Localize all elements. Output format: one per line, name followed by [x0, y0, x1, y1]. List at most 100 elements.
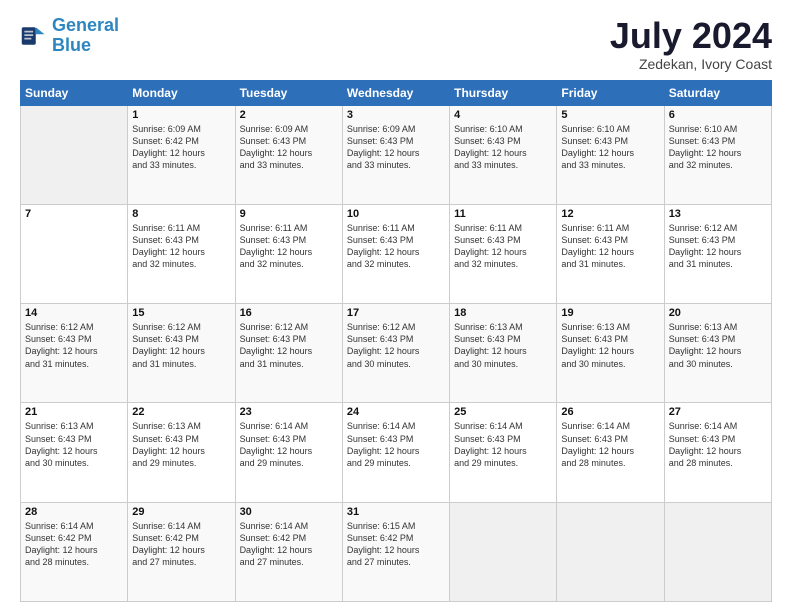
day-cell: 16Sunrise: 6:12 AMSunset: 6:43 PMDayligh…: [235, 304, 342, 403]
day-cell: 2 Sunrise: 6:09 AMSunset: 6:43 PMDaylight…: [235, 105, 342, 204]
day-cell: 12 Sunrise: 6:11 AMSunset: 6:43 PMDayligh…: [557, 204, 664, 303]
day-number: 5: [561, 109, 659, 121]
week-row-4: 21 Sunrise: 6:13 AMSunset: 6:43 PMDayligh…: [21, 403, 772, 502]
day-number: 30: [240, 506, 338, 518]
day-number: 11: [454, 208, 552, 220]
day-info: Sunrise: 6:15 AMSunset: 6:42 PMDaylight:…: [347, 520, 445, 569]
day-cell: 17 Sunrise: 6:12 AMSunset: 6:43 PMDayligh…: [342, 304, 449, 403]
day-cell: 19 Sunrise: 6:13 AMSunset: 6:43 PMDayligh…: [557, 304, 664, 403]
day-number: 21: [25, 406, 123, 418]
day-cell: 11 Sunrise: 6:11 AMSunset: 6:43 PMDayligh…: [450, 204, 557, 303]
day-cell: [450, 502, 557, 601]
day-cell: 28 Sunrise: 6:14 AMSunset: 6:42 PMDayligh…: [21, 502, 128, 601]
day-number: 18: [454, 307, 552, 319]
week-row-3: 14 Sunrise: 6:12 AMSunset: 6:43 PMDayligh…: [21, 304, 772, 403]
day-number: 12: [561, 208, 659, 220]
day-cell: 7: [21, 204, 128, 303]
logo: General Blue: [20, 16, 119, 56]
day-cell: [664, 502, 771, 601]
day-info: Sunrise: 6:12 AMSunset: 6:43 PMDaylight:…: [347, 321, 445, 370]
day-number: 3: [347, 109, 445, 121]
day-number: 28: [25, 506, 123, 518]
day-number: 22: [132, 406, 230, 418]
day-number: 25: [454, 406, 552, 418]
day-cell: 27 Sunrise: 6:14 AMSunset: 6:43 PMDayligh…: [664, 403, 771, 502]
day-number: 20: [669, 307, 767, 319]
day-cell: 20 Sunrise: 6:13 AMSunset: 6:43 PMDayligh…: [664, 304, 771, 403]
day-info: Sunrise: 6:12 AMSunset: 6:43 PMDaylight:…: [132, 321, 230, 370]
day-number: 6: [669, 109, 767, 121]
day-info: Sunrise: 6:13 AMSunset: 6:43 PMDaylight:…: [561, 321, 659, 370]
day-info: Sunrise: 6:13 AMSunset: 6:43 PMDaylight:…: [25, 420, 123, 469]
day-cell: 31 Sunrise: 6:15 AMSunset: 6:42 PMDayligh…: [342, 502, 449, 601]
title-block: July 2024 Zedekan, Ivory Coast: [610, 16, 772, 72]
day-cell: 10Sunrise: 6:11 AMSunset: 6:43 PMDayligh…: [342, 204, 449, 303]
day-info: Sunrise: 6:09 AMSunset: 6:43 PMDaylight:…: [240, 123, 338, 172]
day-number: 26: [561, 406, 659, 418]
day-info: Sunrise: 6:11 AMSunset: 6:43 PMDaylight:…: [347, 222, 445, 271]
day-number: 31: [347, 506, 445, 518]
location: Zedekan, Ivory Coast: [610, 56, 772, 72]
day-info: Sunrise: 6:12 AMSunset: 6:43 PMDaylight:…: [240, 321, 338, 370]
logo-text: General Blue: [52, 16, 119, 56]
day-info: Sunrise: 6:11 AMSunset: 6:43 PMDaylight:…: [561, 222, 659, 271]
day-info: Sunrise: 6:10 AMSunset: 6:43 PMDaylight:…: [561, 123, 659, 172]
day-number: 2: [240, 109, 338, 121]
day-info: Sunrise: 6:10 AMSunset: 6:43 PMDaylight:…: [454, 123, 552, 172]
day-info: Sunrise: 6:14 AMSunset: 6:43 PMDaylight:…: [240, 420, 338, 469]
week-row-1: 1Sunrise: 6:09 AMSunset: 6:42 PMDaylight…: [21, 105, 772, 204]
day-number: 14: [25, 307, 123, 319]
day-number: 7: [25, 208, 123, 220]
day-cell: 26 Sunrise: 6:14 AMSunset: 6:43 PMDayligh…: [557, 403, 664, 502]
day-cell: 6 Sunrise: 6:10 AMSunset: 6:43 PMDaylight…: [664, 105, 771, 204]
day-info: Sunrise: 6:13 AMSunset: 6:43 PMDaylight:…: [132, 420, 230, 469]
day-cell: 25Sunrise: 6:14 AMSunset: 6:43 PMDayligh…: [450, 403, 557, 502]
day-cell: 8Sunrise: 6:11 AMSunset: 6:43 PMDaylight…: [128, 204, 235, 303]
day-info: Sunrise: 6:13 AMSunset: 6:43 PMDaylight:…: [454, 321, 552, 370]
weekday-monday: Monday: [128, 80, 235, 105]
day-info: Sunrise: 6:14 AMSunset: 6:43 PMDaylight:…: [561, 420, 659, 469]
day-number: 17: [347, 307, 445, 319]
day-info: Sunrise: 6:12 AMSunset: 6:43 PMDaylight:…: [669, 222, 767, 271]
day-info: Sunrise: 6:13 AMSunset: 6:43 PMDaylight:…: [669, 321, 767, 370]
day-number: 15: [132, 307, 230, 319]
day-info: Sunrise: 6:11 AMSunset: 6:43 PMDaylight:…: [132, 222, 230, 271]
day-cell: 13 Sunrise: 6:12 AMSunset: 6:43 PMDayligh…: [664, 204, 771, 303]
day-cell: 21 Sunrise: 6:13 AMSunset: 6:43 PMDayligh…: [21, 403, 128, 502]
day-number: 19: [561, 307, 659, 319]
day-info: Sunrise: 6:09 AMSunset: 6:43 PMDaylight:…: [347, 123, 445, 172]
day-number: 4: [454, 109, 552, 121]
day-info: Sunrise: 6:11 AMSunset: 6:43 PMDaylight:…: [454, 222, 552, 271]
day-info: Sunrise: 6:14 AMSunset: 6:43 PMDaylight:…: [669, 420, 767, 469]
week-row-2: 7 8Sunrise: 6:11 AMSunset: 6:43 PMDayligh…: [21, 204, 772, 303]
month-title: July 2024: [610, 16, 772, 56]
day-number: 13: [669, 208, 767, 220]
day-cell: 30Sunrise: 6:14 AMSunset: 6:42 PMDayligh…: [235, 502, 342, 601]
day-cell: 9 Sunrise: 6:11 AMSunset: 6:43 PMDaylight…: [235, 204, 342, 303]
weekday-wednesday: Wednesday: [342, 80, 449, 105]
day-number: 9: [240, 208, 338, 220]
weekday-tuesday: Tuesday: [235, 80, 342, 105]
weekday-sunday: Sunday: [21, 80, 128, 105]
day-number: 27: [669, 406, 767, 418]
weekday-thursday: Thursday: [450, 80, 557, 105]
day-number: 24: [347, 406, 445, 418]
calendar-table: SundayMondayTuesdayWednesdayThursdayFrid…: [20, 80, 772, 602]
day-info: Sunrise: 6:14 AMSunset: 6:42 PMDaylight:…: [25, 520, 123, 569]
day-cell: 5 Sunrise: 6:10 AMSunset: 6:43 PMDaylight…: [557, 105, 664, 204]
day-cell: 15 Sunrise: 6:12 AMSunset: 6:43 PMDayligh…: [128, 304, 235, 403]
page: General Blue July 2024 Zedekan, Ivory Co…: [0, 0, 792, 612]
day-cell: 23 Sunrise: 6:14 AMSunset: 6:43 PMDayligh…: [235, 403, 342, 502]
weekday-saturday: Saturday: [664, 80, 771, 105]
day-cell: 24Sunrise: 6:14 AMSunset: 6:43 PMDayligh…: [342, 403, 449, 502]
day-info: Sunrise: 6:10 AMSunset: 6:43 PMDaylight:…: [669, 123, 767, 172]
day-number: 23: [240, 406, 338, 418]
day-cell: 1Sunrise: 6:09 AMSunset: 6:42 PMDaylight…: [128, 105, 235, 204]
day-info: Sunrise: 6:11 AMSunset: 6:43 PMDaylight:…: [240, 222, 338, 271]
day-cell: 3 Sunrise: 6:09 AMSunset: 6:43 PMDaylight…: [342, 105, 449, 204]
day-info: Sunrise: 6:12 AMSunset: 6:43 PMDaylight:…: [25, 321, 123, 370]
header: General Blue July 2024 Zedekan, Ivory Co…: [20, 16, 772, 72]
logo-icon: [20, 22, 48, 50]
day-cell: 14 Sunrise: 6:12 AMSunset: 6:43 PMDayligh…: [21, 304, 128, 403]
day-cell: [557, 502, 664, 601]
